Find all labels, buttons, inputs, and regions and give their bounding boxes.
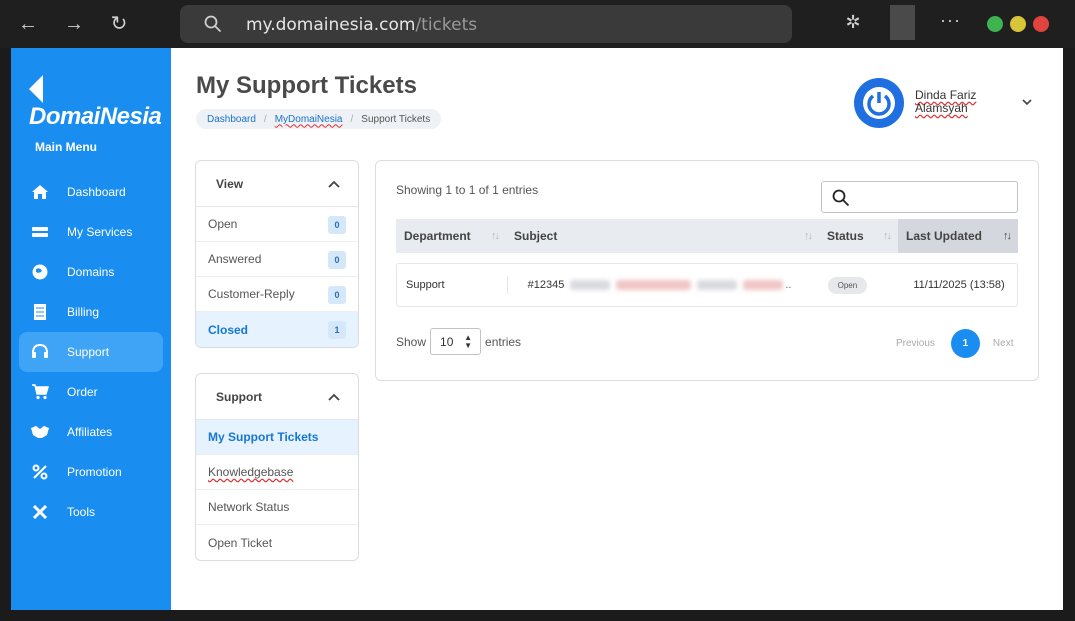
sidebar-item-promotion[interactable]: Promotion xyxy=(19,452,163,492)
cart-icon xyxy=(29,381,51,403)
chevron-up-icon[interactable] xyxy=(328,179,340,189)
breadcrumb-dashboard[interactable]: Dashboard xyxy=(207,114,256,125)
address-bar[interactable]: my.domainesia.com/tickets xyxy=(180,5,792,43)
page-length-control: Show 10 ▲ ▼ entries xyxy=(396,328,521,355)
sidebar-item-tools[interactable]: Tools xyxy=(19,492,163,532)
column-last-updated[interactable]: Last Updated ↑↓ xyxy=(898,219,1018,253)
support-panel: Support My Support Tickets Knowledgebase… xyxy=(195,373,359,561)
table-info: Showing 1 to 1 of 1 entries xyxy=(396,183,539,197)
brand-logo[interactable]: DomaiNesia xyxy=(29,74,171,131)
sidebar-item-domains[interactable]: Domains xyxy=(19,252,163,292)
breadcrumb: Dashboard / MyDomaiNesia / Support Ticke… xyxy=(196,109,442,129)
select-arrows-icon: ▲ ▼ xyxy=(464,333,473,350)
maximize-button[interactable] xyxy=(1010,16,1026,32)
back-icon[interactable]: ← xyxy=(16,12,40,36)
view-item-customer-reply[interactable]: Customer-Reply 0 xyxy=(196,277,358,312)
url-text: my.domainesia.com/tickets xyxy=(246,15,478,35)
page-length-select[interactable]: 10 ▲ ▼ xyxy=(430,328,482,355)
breadcrumb-separator: / xyxy=(350,113,354,125)
pagination: Previous 1 Next xyxy=(896,329,1013,358)
close-button[interactable] xyxy=(1033,16,1049,32)
sort-icon: ↑↓ xyxy=(883,230,892,242)
user-menu[interactable]: Dinda Fariz Alamsyah xyxy=(854,78,1054,130)
cell-status: Open xyxy=(819,263,898,307)
count-badge: 0 xyxy=(328,216,346,234)
support-item-knowledgebase[interactable]: Knowledgebase xyxy=(196,455,358,490)
minimize-button[interactable] xyxy=(987,16,1003,32)
support-item-open-ticket[interactable]: Open Ticket xyxy=(196,525,358,560)
headset-icon xyxy=(29,341,51,363)
view-item-open[interactable]: Open 0 xyxy=(196,207,358,242)
sidebar-item-dashboard[interactable]: Dashboard xyxy=(19,172,163,212)
redacted-text xyxy=(743,280,784,290)
breadcrumb-current: Support Tickets xyxy=(361,113,431,125)
sidebar-item-billing[interactable]: Billing xyxy=(19,292,163,332)
more-menu-icon[interactable]: ··· xyxy=(940,10,961,31)
sort-icon: ↑↓ xyxy=(491,230,500,242)
count-badge: 1 xyxy=(328,321,346,339)
logo-icon xyxy=(29,74,43,103)
support-item-my-tickets[interactable]: My Support Tickets xyxy=(196,420,358,455)
tools-icon xyxy=(29,501,51,523)
view-item-answered[interactable]: Answered 0 xyxy=(196,242,358,277)
view-panel-header[interactable]: View xyxy=(196,161,358,207)
user-name: Dinda Fariz Alamsyah xyxy=(915,88,977,115)
home-icon xyxy=(29,181,51,203)
column-subject[interactable]: Subject ↑↓ xyxy=(506,219,819,253)
app-window: DomaiNesia Main Menu Dashboard My Servic… xyxy=(11,48,1063,610)
globe-icon xyxy=(29,261,51,283)
avatar xyxy=(854,78,904,128)
table-row[interactable]: Support #12345 .. Open 11/11/2025 (13:58… xyxy=(396,263,1018,307)
chevron-up-icon[interactable] xyxy=(328,392,340,402)
cell-subject[interactable]: #12345 .. xyxy=(506,276,819,294)
sidebar-item-order[interactable]: Order xyxy=(19,372,163,412)
view-panel: View Open 0 Answered 0 Customer-Reply 0 Clo… xyxy=(195,160,359,348)
reload-icon[interactable]: ↻ xyxy=(107,12,131,36)
percent-icon xyxy=(29,461,51,483)
extensions-icon[interactable]: ✲ xyxy=(842,12,864,34)
table-header: Department ↑↓ Subject ↑↓ Status ↑↓ Last Upd… xyxy=(396,219,1018,253)
status-badge: Open xyxy=(827,276,868,294)
chevron-down-icon[interactable] xyxy=(1021,96,1033,108)
cell-department: Support xyxy=(406,279,445,291)
sort-icon: ↑↓ xyxy=(804,230,813,242)
redacted-text xyxy=(570,280,611,290)
count-badge: 0 xyxy=(328,286,346,304)
browser-toolbar: ← → ↻ my.domainesia.com/tickets ✲ ··· xyxy=(0,0,1075,48)
power-icon xyxy=(867,92,891,116)
tickets-card: Showing 1 to 1 of 1 entries Department ↑↓… xyxy=(375,160,1039,381)
sidebar-item-support[interactable]: Support xyxy=(19,332,163,372)
sidebar-item-my-services[interactable]: My Services xyxy=(19,212,163,252)
breadcrumb-mydomainesia[interactable]: MyDomaiNesia xyxy=(275,114,343,125)
cell-last-updated: 11/11/2025 (13:58) xyxy=(913,279,1005,291)
receipt-icon xyxy=(29,301,51,323)
support-item-network-status[interactable]: Network Status xyxy=(196,490,358,525)
server-icon xyxy=(29,221,51,243)
search-icon xyxy=(832,189,850,207)
table-search-input[interactable] xyxy=(821,181,1018,213)
forward-icon[interactable]: → xyxy=(62,12,86,36)
column-department[interactable]: Department ↑↓ xyxy=(396,219,506,253)
redacted-text xyxy=(616,280,692,290)
page-title: My Support Tickets xyxy=(196,72,417,99)
next-button[interactable]: Next xyxy=(993,338,1014,349)
count-badge: 0 xyxy=(328,251,346,269)
handshake-icon xyxy=(29,421,51,443)
breadcrumb-separator: / xyxy=(263,113,267,125)
column-status[interactable]: Status ↑↓ xyxy=(819,219,898,253)
page-button-current[interactable]: 1 xyxy=(950,329,980,358)
sidebar-item-affiliates[interactable]: Affiliates xyxy=(19,412,163,452)
sidebar: DomaiNesia Main Menu Dashboard My Servic… xyxy=(11,48,171,610)
toolbar-placeholder xyxy=(890,5,915,40)
view-item-closed[interactable]: Closed 1 xyxy=(196,312,358,347)
support-panel-header[interactable]: Support xyxy=(196,374,358,420)
redacted-text xyxy=(697,280,738,290)
sort-desc-icon: ↑↓ xyxy=(1003,230,1012,242)
menu-title: Main Menu xyxy=(35,140,97,154)
previous-button[interactable]: Previous xyxy=(896,338,935,349)
search-icon xyxy=(204,15,222,33)
